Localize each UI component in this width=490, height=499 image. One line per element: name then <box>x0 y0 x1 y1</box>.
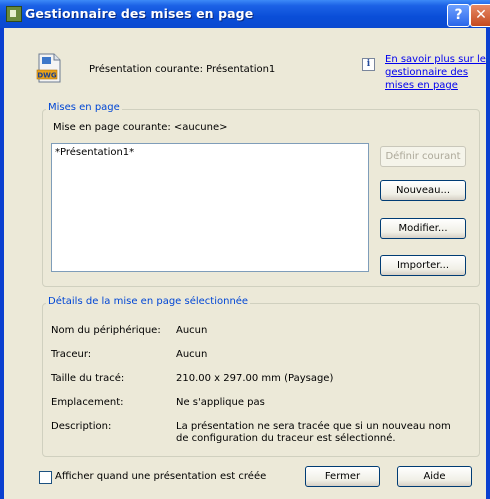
learn-more-link-line2[interactable]: gestionnaire des <box>385 67 468 78</box>
plot-size-label: Taille du tracé: <box>51 373 125 384</box>
show-on-create-label[interactable]: Afficher quand une présentation est créé… <box>55 471 266 482</box>
modify-button[interactable]: Modifier... <box>380 218 466 239</box>
new-button[interactable]: Nouveau... <box>380 180 466 201</box>
app-icon <box>6 6 22 22</box>
description-value-line1: La présentation ne sera tracée que si un… <box>176 421 451 432</box>
learn-more-link-line3[interactable]: mises en page <box>385 80 458 91</box>
device-name-value: Aucun <box>176 325 208 336</box>
plot-size-value: 210.00 x 297.00 mm (Paysage) <box>176 373 334 384</box>
plotter-value: Aucun <box>176 349 208 360</box>
current-page-setup-label: Mise en page courante: <aucune> <box>53 122 228 133</box>
show-on-create-checkbox[interactable] <box>39 471 52 484</box>
location-label: Emplacement: <box>51 397 124 408</box>
dwg-file-icon: DWG <box>36 53 61 83</box>
list-item[interactable]: *Présentation1* <box>55 147 134 158</box>
layouts-group-title: Mises en page <box>46 102 122 113</box>
info-icon: i <box>362 58 375 71</box>
details-group-title: Détails de la mise en page sélectionnée <box>46 296 251 307</box>
svg-text:DWG: DWG <box>37 72 57 80</box>
help-title-button[interactable]: ? <box>447 4 470 27</box>
import-button[interactable]: Importer... <box>380 255 466 276</box>
title-bar[interactable]: Gestionnaire des mises en page ? ✕ <box>0 0 490 28</box>
learn-more-link-line1[interactable]: En savoir plus sur le <box>385 54 486 65</box>
current-layout-text: Présentation courante: Présentation1 <box>89 64 276 75</box>
plotter-label: Traceur: <box>51 349 92 360</box>
set-current-button[interactable]: Définir courant <box>380 146 466 167</box>
description-value-line2: de configuration du traceur est sélectio… <box>176 433 396 444</box>
close-title-button[interactable]: ✕ <box>470 4 490 27</box>
location-value: Ne s'applique pas <box>176 397 265 408</box>
help-button[interactable]: Aide <box>397 466 472 487</box>
dialog-title: Gestionnaire des mises en page <box>25 6 254 21</box>
device-name-label: Nom du périphérique: <box>51 325 161 336</box>
close-button[interactable]: Fermer <box>305 466 380 487</box>
page-setup-list[interactable]: *Présentation1* <box>51 143 369 272</box>
description-label: Description: <box>51 421 112 432</box>
